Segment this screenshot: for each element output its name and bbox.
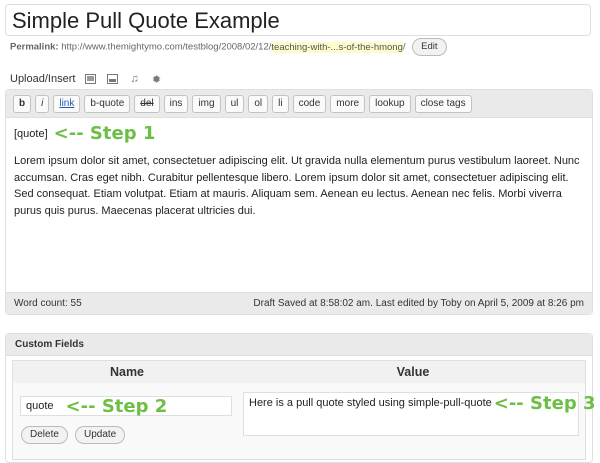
video-icon[interactable] (105, 73, 119, 85)
step-2-annotation: <-- Step 2 (65, 395, 168, 417)
ol-button[interactable]: ol (248, 95, 269, 113)
permalink-row: Permalink: http://www.themightymo.com/te… (10, 38, 590, 56)
permalink-label: Permalink: (10, 41, 59, 53)
audio-icon[interactable]: ♫ (127, 73, 141, 85)
close-tags-button[interactable]: close tags (414, 95, 472, 113)
li-button[interactable]: li (272, 95, 289, 113)
del-button[interactable]: del (134, 95, 160, 113)
upload-insert-label: Upload/Insert (10, 73, 76, 85)
blockquote-button[interactable]: b-quote (84, 95, 131, 113)
post-editor: b i link b-quote del ins img ul ol li co… (5, 89, 593, 315)
custom-field-value-text: Here is a pull quote styled using simple… (249, 397, 492, 409)
custom-fields-panel: Custom Fields Name Value quote <-- Step … (5, 333, 596, 463)
step-1-annotation: <-- Step 1 (53, 122, 156, 144)
more-button[interactable]: more (330, 95, 366, 113)
custom-field-name-value: quote (26, 400, 54, 412)
value-column-header: Value (241, 361, 585, 383)
post-title-input[interactable]: Simple Pull Quote Example (5, 4, 591, 36)
permalink-edit-button[interactable]: Edit (412, 38, 447, 56)
editor-textarea[interactable]: [quote] <-- Step 1 Lorem ipsum dolor sit… (6, 118, 592, 294)
draft-saved-status: Draft Saved at 8:58:02 am. Last edited b… (253, 298, 584, 309)
step-3-annotation: <-- Step 3 (493, 393, 596, 414)
ins-button[interactable]: ins (163, 95, 189, 113)
custom-fields-header[interactable]: Custom Fields (6, 334, 592, 356)
quicktags-toolbar: b i link b-quote del ins img ul ol li co… (6, 90, 592, 118)
image-icon[interactable] (83, 73, 97, 85)
custom-field-value-textarea[interactable]: Here is a pull quote styled using simple… (243, 392, 596, 436)
code-button[interactable]: code (292, 95, 327, 113)
img-button[interactable]: img (192, 95, 221, 113)
media-icon[interactable]: ✹ (149, 73, 163, 86)
quote-shortcode: [quote] (14, 127, 48, 140)
post-body-text: Lorem ipsum dolor sit amet, consectetuer… (14, 155, 580, 217)
bold-button[interactable]: b (13, 95, 32, 113)
permalink-trailing: / (402, 41, 406, 53)
custom-field-name-input[interactable]: quote <-- Step 2 (20, 395, 232, 417)
lookup-button[interactable]: lookup (369, 95, 411, 113)
link-button[interactable]: link (53, 95, 81, 113)
ul-button[interactable]: ul (224, 95, 245, 113)
permalink-slug[interactable]: teaching-with-...s-of-the-hmong (271, 41, 403, 53)
delete-field-button[interactable]: Delete (21, 426, 68, 444)
name-column-header: Name (13, 361, 241, 383)
update-field-button[interactable]: Update (75, 426, 126, 444)
upload-insert-row: Upload/Insert ♫ ✹ (10, 70, 163, 88)
permalink-base: http://www.themightymo.com/testblog/2008… (61, 41, 272, 53)
word-count: Word count: 55 (14, 298, 82, 309)
editor-status-bar: Word count: 55 Draft Saved at 8:58:02 am… (6, 292, 592, 314)
italic-button[interactable]: i (35, 95, 50, 113)
custom-fields-table: Name Value quote <-- Step 2 Here is a pu… (12, 360, 596, 460)
